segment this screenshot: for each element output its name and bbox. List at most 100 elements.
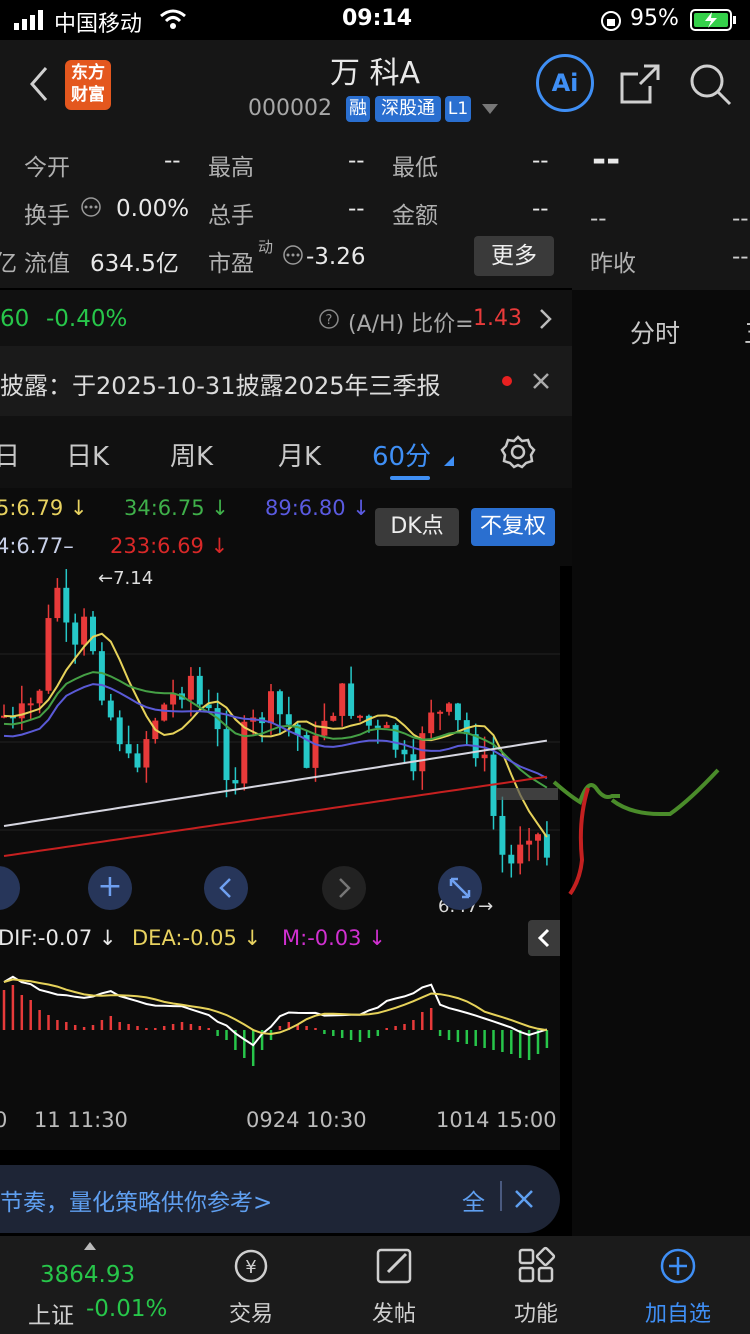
m-value: M:-0.03 ↓: [282, 926, 386, 950]
status-bar: 中国移动 09:14 95%: [0, 0, 750, 40]
more-button[interactable]: 更多: [474, 236, 554, 276]
tab-60min[interactable]: 60分: [372, 436, 431, 473]
share-icon[interactable]: [618, 62, 662, 106]
tab-more-clipped[interactable]: 五: [744, 314, 750, 350]
candle-body: [241, 721, 248, 784]
tip-text: 节奏，量化策略供你参考>: [0, 1190, 273, 1216]
tip-action[interactable]: 全: [462, 1183, 485, 1217]
battery-icon: [690, 9, 736, 31]
dropdown-icon[interactable]: [482, 104, 498, 114]
chevron-right-icon[interactable]: [538, 308, 554, 330]
strategy-tip-banner[interactable]: 节奏，量化策略供你参考> 全: [0, 1165, 560, 1233]
candle-body: [90, 616, 96, 652]
ah-ratio-label: (A/H) 比价=: [348, 312, 474, 337]
time-tick-0: 0: [0, 1108, 8, 1132]
expand-up-icon[interactable]: [84, 1242, 96, 1250]
tip-divider: [500, 1181, 502, 1211]
settings-icon[interactable]: [500, 434, 536, 470]
candle-body: [446, 703, 452, 712]
right-value-2: --: [732, 206, 749, 232]
open-value: --: [164, 148, 181, 174]
dk-button[interactable]: DK点: [375, 508, 459, 546]
candle-body: [392, 725, 399, 750]
candle-body: [116, 717, 123, 745]
candle-body: [543, 834, 550, 858]
candle-body: [170, 693, 177, 705]
candle-body: [63, 587, 70, 623]
prev-close-label: 昨收: [590, 251, 636, 277]
help-icon[interactable]: ?: [318, 308, 340, 330]
tab-function[interactable]: 功能: [476, 1296, 596, 1328]
battery-percent: 95%: [630, 6, 679, 31]
high-value: --: [348, 148, 365, 174]
margin-badge: 融: [346, 96, 370, 122]
index-change[interactable]: -0.01%: [86, 1296, 167, 1322]
nav-bar: 东方 财富 万 科A 000002 融 深股通 L1 Ai: [0, 40, 750, 130]
tab-post[interactable]: 发帖: [334, 1296, 454, 1328]
handdrawn-annotation: [552, 768, 720, 896]
fq-button[interactable]: 不复权: [471, 508, 555, 546]
stock-code: 000002: [248, 96, 332, 121]
dea-line: [3, 978, 548, 1036]
tab-minute[interactable]: 分时: [630, 314, 680, 350]
post-icon[interactable]: [334, 1246, 454, 1286]
rotation-lock-icon: [601, 11, 621, 31]
wifi-icon: [160, 9, 186, 29]
candle-body: [330, 715, 337, 721]
scroll-left-button[interactable]: [204, 866, 248, 910]
candle-body: [125, 744, 132, 754]
index-value[interactable]: 3864.93: [40, 1262, 135, 1288]
volume-label: 总手: [208, 203, 254, 229]
tab-week-k[interactable]: 周K: [170, 436, 213, 473]
candle-body: [383, 725, 390, 728]
ma89-value: 89:6.80 ↓: [265, 496, 370, 520]
pe-info-icon[interactable]: [282, 244, 304, 266]
info-icon[interactable]: [80, 196, 102, 218]
add-watch-icon[interactable]: [618, 1246, 738, 1286]
tab-day-clipped[interactable]: 日: [0, 436, 20, 473]
close-icon[interactable]: [514, 1189, 534, 1209]
candle-body: [134, 753, 141, 768]
low-value: --: [532, 148, 549, 174]
candlestick-chart[interactable]: ←7.14 6.47→ +: [0, 566, 560, 918]
close-icon[interactable]: [532, 372, 550, 390]
fullscreen-button[interactable]: [438, 866, 482, 910]
tab-60min-dropdown-icon[interactable]: [444, 456, 454, 466]
connect-badge: 深股通: [375, 96, 441, 122]
tab-month-k[interactable]: 月K: [278, 436, 321, 473]
h-price: 60: [0, 306, 30, 332]
candle-body: [36, 690, 43, 704]
ma233-value: 233:6.69 ↓: [110, 534, 229, 558]
index-name[interactable]: 上证: [28, 1296, 74, 1330]
price-marker-band: [496, 788, 558, 800]
float-value: 634.5亿: [90, 251, 179, 277]
dif-line: [3, 975, 548, 1047]
candle-body: [72, 622, 79, 645]
candle-body: [81, 616, 88, 645]
scroll-right-button[interactable]: [322, 866, 366, 910]
announcement-bar[interactable]: 披露：于2025-10-31披露2025年三季报: [0, 346, 572, 416]
zoom-in-button[interactable]: +: [88, 866, 132, 910]
tab-trade[interactable]: 交易: [191, 1296, 311, 1328]
search-icon[interactable]: [688, 62, 732, 106]
level-badge: L1: [445, 96, 471, 122]
candle-body: [517, 844, 524, 864]
open-label: 今开: [24, 155, 70, 181]
low-label: 最低: [392, 155, 438, 181]
trade-icon[interactable]: ¥: [191, 1246, 311, 1286]
high-marker: ←7.14: [98, 568, 154, 589]
chevron-left-icon: [219, 878, 231, 898]
period-tabs: 日 日K 周K 月K 60分: [0, 416, 572, 488]
h-change: -0.40%: [46, 306, 128, 332]
ah-row[interactable]: 60 -0.40% ? (A/H) 比价= 1.43: [0, 290, 572, 346]
macd-canvas: [2, 975, 549, 1066]
candle-body: [481, 754, 488, 759]
function-icon[interactable]: [476, 1246, 596, 1286]
high-label: 最高: [208, 155, 254, 181]
candle-body: [437, 711, 444, 714]
tab-add-watch[interactable]: 加自选: [618, 1296, 738, 1328]
tab-day-k[interactable]: 日K: [66, 436, 109, 473]
ai-button[interactable]: Ai: [536, 54, 594, 112]
dea-value: DEA:-0.05 ↓: [132, 926, 262, 950]
indicator-toggle[interactable]: [528, 920, 560, 956]
